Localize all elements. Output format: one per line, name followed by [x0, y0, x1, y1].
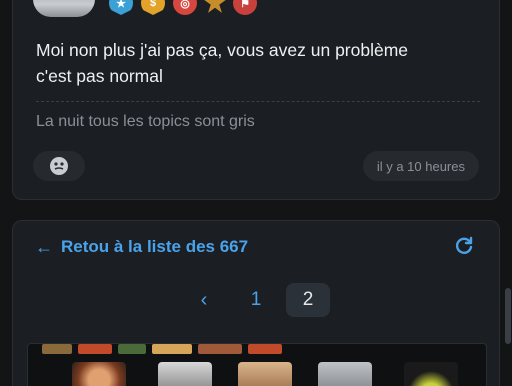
pagination: ‹ 1 2: [13, 283, 499, 317]
sticker-image: [318, 362, 372, 386]
sticker-banner[interactable]: [27, 343, 487, 386]
sheriff-badge-icon: [203, 0, 227, 13]
sticker-chip: [42, 344, 72, 354]
post-text-line: c'est pas normal: [36, 66, 163, 86]
post-body: Moi non plus j'ai pas ça, vous avez un p…: [36, 37, 476, 89]
dollar-badge-icon: $: [141, 0, 165, 15]
sticker-image: [404, 362, 458, 386]
reaction-button[interactable]: [33, 151, 85, 181]
sticker-chip: [198, 344, 242, 354]
signature-text: La nuit tous les topics sont gris: [36, 113, 255, 130]
sticker-banner-top: [28, 344, 486, 354]
flag-badge-icon: ⚑: [233, 0, 257, 15]
star-badge-icon: ★: [109, 0, 133, 15]
scrollbar-thumb[interactable]: [505, 288, 511, 344]
sticker-chip: [118, 344, 146, 354]
avatar[interactable]: [33, 0, 95, 17]
arrow-left-icon: ←: [35, 236, 53, 257]
sticker-image: [72, 362, 126, 386]
signature-divider: [36, 101, 480, 102]
sticker-image: [238, 362, 292, 386]
page-2-button[interactable]: 2: [286, 283, 330, 317]
back-to-list-label: Retou à la liste des 667: [61, 237, 249, 256]
target-badge-icon: ◎: [173, 0, 197, 15]
topic-navigation-card: ← Retou à la liste des 667 ‹ 1 2: [12, 220, 500, 386]
prev-page-button[interactable]: ‹: [182, 283, 226, 317]
post-card: ★ $ ◎ ⚑ Moi non plus j'ai pas ça, vous a…: [12, 0, 500, 200]
page-1-button[interactable]: 1: [234, 283, 278, 317]
post-timestamp[interactable]: il y a 10 heures: [362, 151, 479, 181]
sticker-chip: [248, 344, 282, 354]
refresh-icon[interactable]: [453, 235, 475, 257]
sticker-image: [158, 362, 212, 386]
sticker-chip: [152, 344, 192, 354]
back-to-list-link[interactable]: ← Retou à la liste des 667: [35, 235, 479, 259]
smiley-face-icon: [50, 157, 68, 175]
post-text-line: Moi non plus j'ai pas ça, vous avez un p…: [36, 40, 409, 60]
sticker-chip: [78, 344, 112, 354]
